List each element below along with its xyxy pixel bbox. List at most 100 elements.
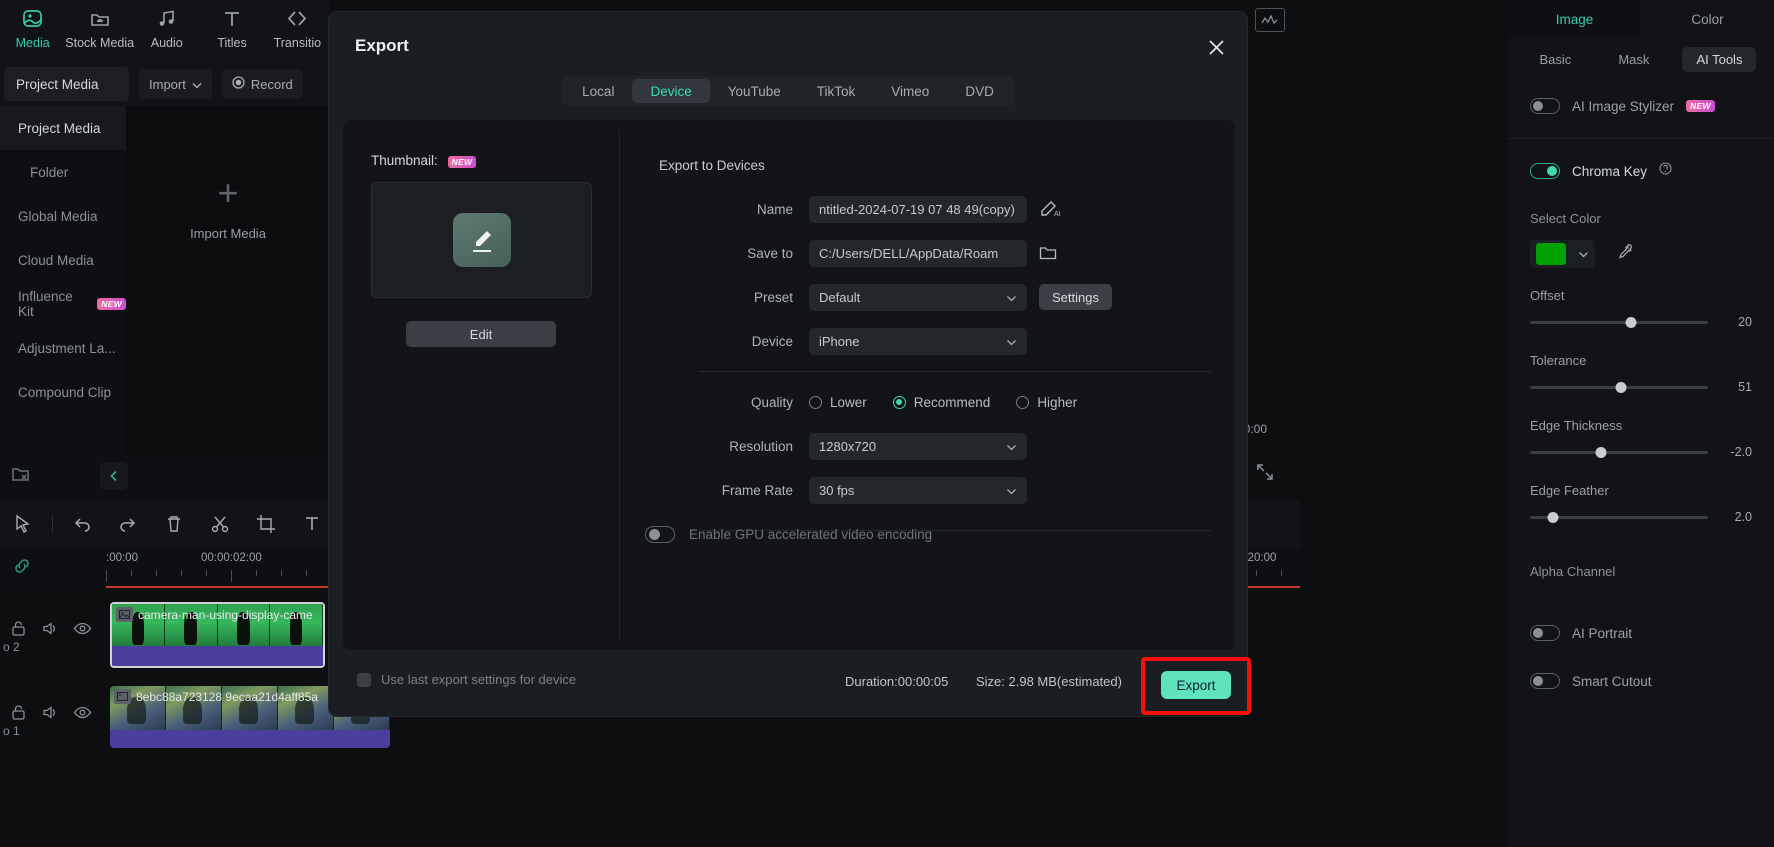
track-1-label: o 1 [3,724,20,738]
preset-label: Preset [753,289,793,305]
toolbar-item-media[interactable]: Media [0,6,65,50]
preset-value: Default [819,289,861,305]
framerate-label: Frame Rate [721,482,793,498]
new-badge: NEW [447,156,477,168]
lock-icon[interactable] [10,704,27,726]
sidebar-item-influence-kit[interactable]: Influence Kit NEW [0,282,126,326]
mute-icon[interactable] [41,620,59,642]
fullscreen-button[interactable] [1255,462,1277,484]
tab-image[interactable]: Image [1508,0,1641,38]
sidebar-item-adjustment-layer[interactable]: Adjustment La... [0,326,126,370]
ai-portrait-toggle[interactable] [1530,625,1560,641]
framerate-select[interactable]: 30 fps [809,476,1027,504]
slider-thumb[interactable] [1625,316,1637,328]
delete-icon[interactable] [151,500,197,548]
ai-image-stylizer-toggle[interactable] [1530,98,1560,114]
quality-label: Quality [750,394,793,410]
smart-cutout-toggle[interactable] [1530,673,1560,689]
sidebar-item-global-media[interactable]: Global Media [0,194,126,238]
visibility-icon[interactable] [73,704,92,726]
use-last-settings-row[interactable]: Use last export settings for device [357,672,576,687]
toolbar-item-audio[interactable]: Audio [134,6,199,50]
tab-local[interactable]: Local [564,79,632,103]
top-toolbar: Media Stock Media Audio Titles Transitio [0,0,330,62]
toolbar-label: Media [15,36,50,50]
subtab-mask[interactable]: Mask [1604,47,1663,72]
subtab-ai-tools[interactable]: AI Tools [1682,46,1757,72]
quality-row: Quality Lower Recommend Higher [645,380,1225,424]
crop-icon[interactable] [243,500,289,548]
tab-tiktok[interactable]: TikTok [799,79,874,103]
slider-track[interactable] [1530,446,1708,458]
chroma-key-toggle[interactable] [1530,163,1560,179]
color-swatch[interactable] [1536,243,1566,265]
sidebar-item-project-media[interactable]: Project Media [0,106,126,150]
select-tool-icon[interactable] [0,500,46,548]
transitions-icon [286,6,308,32]
thumbnail-edit-button[interactable]: Edit [406,321,556,347]
resolution-select[interactable]: 1280x720 [809,432,1027,460]
timeline-clip-1[interactable]: camera-man-using-display-came [110,602,325,668]
toolbar-item-titles[interactable]: Titles [199,6,264,50]
chevron-down-icon [1006,290,1017,305]
close-icon[interactable] [1203,34,1229,60]
help-icon[interactable] [1659,162,1672,180]
visibility-icon[interactable] [73,620,92,642]
quality-option-recommend[interactable]: Recommend [892,395,990,410]
tab-color[interactable]: Color [1641,0,1774,38]
quality-option-lower[interactable]: Lower [809,395,867,410]
use-last-settings-checkbox[interactable] [357,672,371,687]
device-select[interactable]: iPhone [809,327,1027,355]
quality-option-higher[interactable]: Higher [1016,395,1077,410]
slider-label: Offset [1530,288,1565,303]
eyedropper-icon[interactable] [1617,243,1634,265]
expand-icon [1257,464,1273,480]
tab-vimeo[interactable]: Vimeo [873,79,947,103]
slider-row: 2.0 [1508,500,1774,534]
preset-select[interactable]: Default [809,283,1027,311]
thumbnail-preview[interactable] [371,182,592,298]
mute-icon[interactable] [41,704,59,726]
folder-icon[interactable] [1039,245,1057,261]
export-form: Export to Devices Name ntitled-2024-07-1… [645,120,1225,539]
slider-track[interactable] [1530,381,1708,393]
slider-value: 51 [1738,380,1752,394]
subtab-basic[interactable]: Basic [1526,47,1586,72]
track-2-header [0,598,106,664]
toolbar-item-transitions[interactable]: Transitio [265,6,330,50]
name-input[interactable]: ntitled-2024-07-19 07 48 49(copy) [809,195,1027,223]
slider-track[interactable] [1530,316,1708,328]
sidebar-item-compound-clip[interactable]: Compound Clip [0,370,126,414]
sidebar-item-label: Influence Kit [18,289,73,319]
color-swatch-dropdown[interactable] [1530,240,1595,268]
properties-subtabs: Basic Mask AI Tools [1508,38,1774,80]
undo-icon[interactable] [59,500,105,548]
split-icon[interactable] [197,500,243,548]
slider-thumb[interactable] [1547,511,1559,523]
export-button[interactable]: Export [1161,671,1231,699]
sidebar-item-cloud-media[interactable]: Cloud Media [0,238,126,282]
collapse-panel-button[interactable] [100,462,128,490]
sidebar-item-folder[interactable]: Folder [0,150,126,194]
lock-icon[interactable] [10,620,27,642]
tab-youtube[interactable]: YouTube [710,79,799,103]
toolbar-item-stock-media[interactable]: Stock Media [65,6,134,50]
settings-button[interactable]: Settings [1039,284,1112,310]
name-row: Name ntitled-2024-07-19 07 48 49(copy) A… [645,187,1225,231]
slider-thumb[interactable] [1595,446,1607,458]
record-button[interactable]: Record [221,69,303,99]
audio-waveform-button[interactable] [1255,8,1285,32]
slider-thumb[interactable] [1615,381,1627,393]
saveto-input[interactable]: C:/Users/DELL/AppData/Roam [809,239,1027,267]
link-clips-icon[interactable] [8,552,36,580]
waveform-icon [1261,14,1278,25]
redo-icon[interactable] [105,500,151,548]
import-button[interactable]: Import [139,69,212,99]
import-media-dropzone[interactable]: + Import Media [126,106,330,456]
tab-dvd[interactable]: DVD [947,79,1012,103]
tab-device[interactable]: Device [632,79,710,103]
gpu-acceleration-toggle[interactable] [645,526,675,543]
delete-folder-icon[interactable] [10,464,32,489]
ai-rename-icon[interactable]: AI [1039,200,1061,218]
slider-track[interactable] [1530,511,1708,523]
